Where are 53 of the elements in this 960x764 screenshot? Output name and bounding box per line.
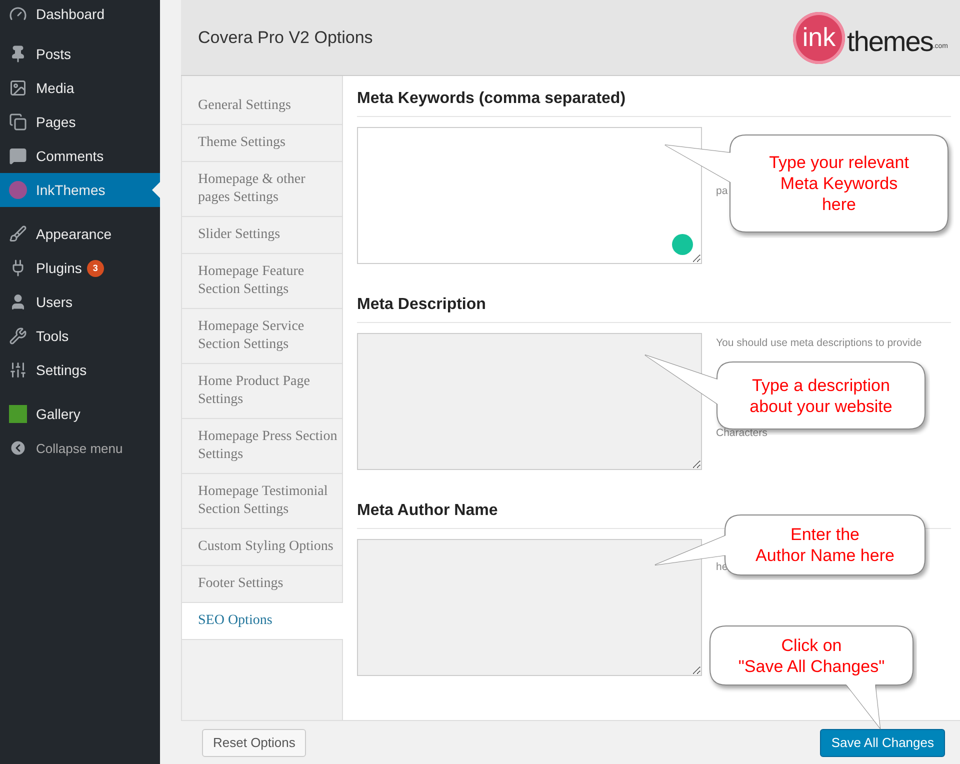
section-heading: Meta Keywords (comma separated) [357,90,951,117]
sidebar-item[interactable]: Comments [0,139,160,173]
dashboard-icon [9,4,27,22]
brush-icon [9,225,27,243]
callout-text: Click on "Save All Changes" [738,634,885,676]
help-text: pa [716,184,728,199]
options-tab[interactable]: Homepage Feature Section Settings [182,254,342,309]
pin-icon [9,45,27,63]
help-text: You should use meta descriptions to provide [716,336,922,351]
page-title: Covera Pro V2 Options [198,28,373,48]
options-tab[interactable]: Homepage Service Section Settings [182,309,342,364]
sidebar-item[interactable]: Posts [0,37,160,71]
sidebar-item[interactable]: Gallery [0,397,160,431]
logo-icon [9,181,27,199]
comment-icon [9,147,27,165]
sidebar-item[interactable]: Tools [0,319,160,353]
user-icon [9,293,27,311]
sidebar-item[interactable]: Media [0,71,160,105]
text-area[interactable] [357,539,702,676]
save-all-changes-button[interactable]: Save All Changes [820,728,945,756]
options-tab[interactable]: General Settings [182,88,342,125]
options-tab[interactable]: Custom Styling Options [182,529,342,566]
options-tab[interactable]: Homepage Testimonial Section Settings [182,474,342,529]
sidebar-item[interactable]: InkThemes [0,173,160,207]
sidebar-item[interactable]: Plugins 3 [0,251,160,285]
options-tab[interactable]: Theme Settings [182,125,342,162]
sidebar-item[interactable]: Settings [0,353,160,387]
sidebar-item[interactable]: Pages [0,105,160,139]
reset-options-button[interactable]: Reset Options [202,728,306,756]
logo-mark: ink [793,12,845,64]
sidebar-item[interactable]: Users [0,285,160,319]
options-tab[interactable]: Homepage Press Section Settings [182,419,342,474]
update-count: 3 [86,260,104,276]
options-tab[interactable]: Home Product Page Settings [182,364,342,419]
pages-icon [9,113,27,131]
gallery-icon [9,405,27,423]
sidebar-item[interactable]: Appearance [0,217,160,251]
collapse-icon [9,439,27,457]
logo-wordmark: themes [847,24,933,58]
callout-text: Type a description about your website [750,374,892,416]
help-text: Characters [716,426,768,441]
options-tab[interactable]: Slider Settings [182,217,342,254]
text-area[interactable] [357,333,702,470]
text-area[interactable] [357,127,702,264]
sidebar-item[interactable]: Dashboard [0,0,160,27]
section-heading: Meta Description [357,296,951,323]
options-tab[interactable]: Homepage & other pages Settings [182,162,342,217]
collapse-menu-button[interactable]: Collapse menu [0,431,160,465]
wrench-icon [9,327,27,345]
media-icon [9,79,27,97]
sliders-icon [9,361,27,379]
callout-text: Type your relevant Meta Keywords here [769,152,909,215]
options-tab[interactable]: SEO Options [182,603,343,640]
